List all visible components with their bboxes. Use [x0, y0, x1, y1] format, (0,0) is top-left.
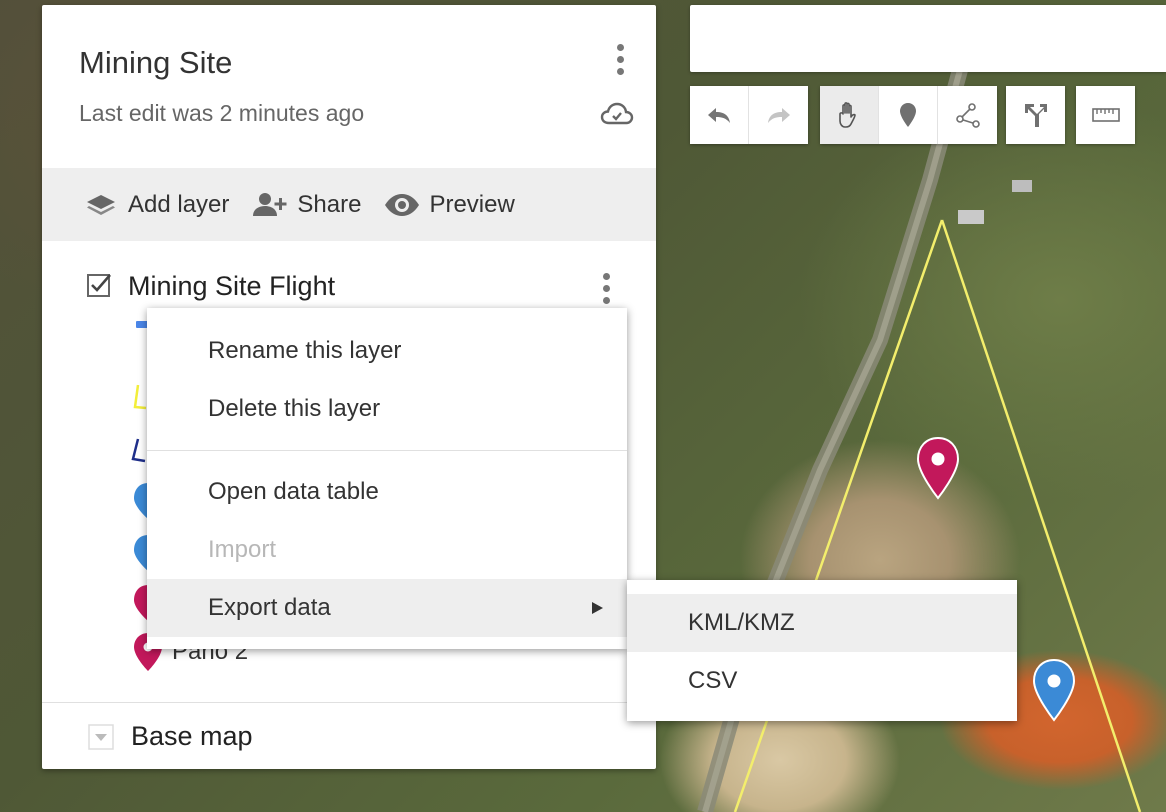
drawing-tools-group — [820, 86, 997, 144]
chevron-down-icon[interactable] — [88, 724, 114, 750]
measure-group — [1076, 86, 1135, 144]
more-vert-icon — [616, 43, 624, 51]
add-layer-label: Add layer — [128, 190, 230, 218]
more-vert-dot — [616, 55, 624, 63]
menu-item-export-data[interactable]: Export data — [147, 579, 627, 637]
hand-icon — [839, 102, 856, 128]
eye-icon — [385, 193, 420, 216]
ruler-icon — [1091, 108, 1120, 122]
polygon-shape-edge[interactable] — [940, 219, 1142, 812]
measure-button[interactable] — [1076, 86, 1135, 144]
add-layer-button[interactable]: Add layer — [82, 190, 229, 220]
share-label: Share — [297, 190, 362, 218]
more-vert-dot — [602, 296, 610, 304]
submenu-arrow-icon — [592, 602, 603, 614]
more-vert-icon — [602, 272, 610, 280]
directions-icon — [1024, 104, 1047, 127]
undo-redo-group — [690, 86, 808, 144]
menu-item-rename-layer[interactable]: Rename this layer — [147, 322, 627, 380]
layers-icon — [87, 194, 115, 215]
redo-button[interactable] — [749, 86, 808, 144]
menu-item-delete-layer[interactable]: Delete this layer — [147, 380, 627, 438]
marker-icon — [900, 103, 916, 127]
more-vert-dot — [616, 67, 624, 75]
menu-item-import: Import — [208, 536, 277, 563]
add-marker-button[interactable] — [879, 86, 938, 144]
polygon-shape[interactable] — [733, 219, 944, 812]
search-input[interactable] — [690, 5, 1166, 72]
undo-icon — [708, 108, 730, 123]
menu-item-open-data-table[interactable]: Open data table — [147, 463, 627, 521]
menu-separator — [147, 450, 627, 451]
map-options-button[interactable] — [605, 39, 635, 79]
share-button[interactable]: Share — [251, 190, 361, 220]
preview-label: Preview — [429, 190, 515, 218]
export-data-label: Export data — [208, 594, 331, 621]
menu-item-export-csv[interactable]: CSV — [627, 652, 1017, 710]
base-map-label: Base map — [131, 721, 253, 751]
menu-item-export-kml-kmz[interactable]: KML/KMZ — [627, 594, 1017, 652]
layer-name[interactable]: Mining Site Flight — [128, 271, 335, 302]
hand-tool-button[interactable] — [820, 86, 879, 144]
export-submenu: KML/KMZ CSV — [627, 580, 1017, 721]
map-title[interactable]: Mining Site — [79, 45, 232, 81]
building-shape — [1012, 180, 1032, 192]
divider — [42, 702, 656, 703]
line-feature-icon[interactable] — [130, 435, 148, 467]
last-edit-status: Last edit was 2 minutes ago — [79, 100, 365, 126]
panel-action-bar: Add layer Share Preview — [42, 168, 656, 241]
line-icon — [955, 103, 980, 128]
polygon-feature-icon[interactable] — [132, 382, 148, 412]
layer-options-button[interactable] — [594, 269, 618, 307]
more-vert-dot — [602, 284, 610, 292]
directions-group — [1006, 86, 1065, 144]
layer-context-menu: Rename this layer Delete this layer Open… — [147, 308, 627, 649]
directions-button[interactable] — [1006, 86, 1065, 144]
base-map-row[interactable]: Base map — [42, 715, 656, 759]
add-person-icon — [253, 192, 287, 216]
layer-visibility-checkbox[interactable] — [86, 272, 112, 298]
layer-header: Mining Site Flight — [42, 263, 656, 313]
draw-line-button[interactable] — [938, 86, 997, 144]
undo-button[interactable] — [690, 86, 749, 144]
map-marker-blue[interactable] — [1032, 658, 1076, 722]
preview-button[interactable]: Preview — [383, 190, 515, 220]
redo-icon — [767, 108, 790, 123]
building-shape — [958, 210, 984, 224]
cloud-saved-icon — [600, 102, 634, 125]
map-marker-crimson[interactable] — [916, 436, 960, 500]
